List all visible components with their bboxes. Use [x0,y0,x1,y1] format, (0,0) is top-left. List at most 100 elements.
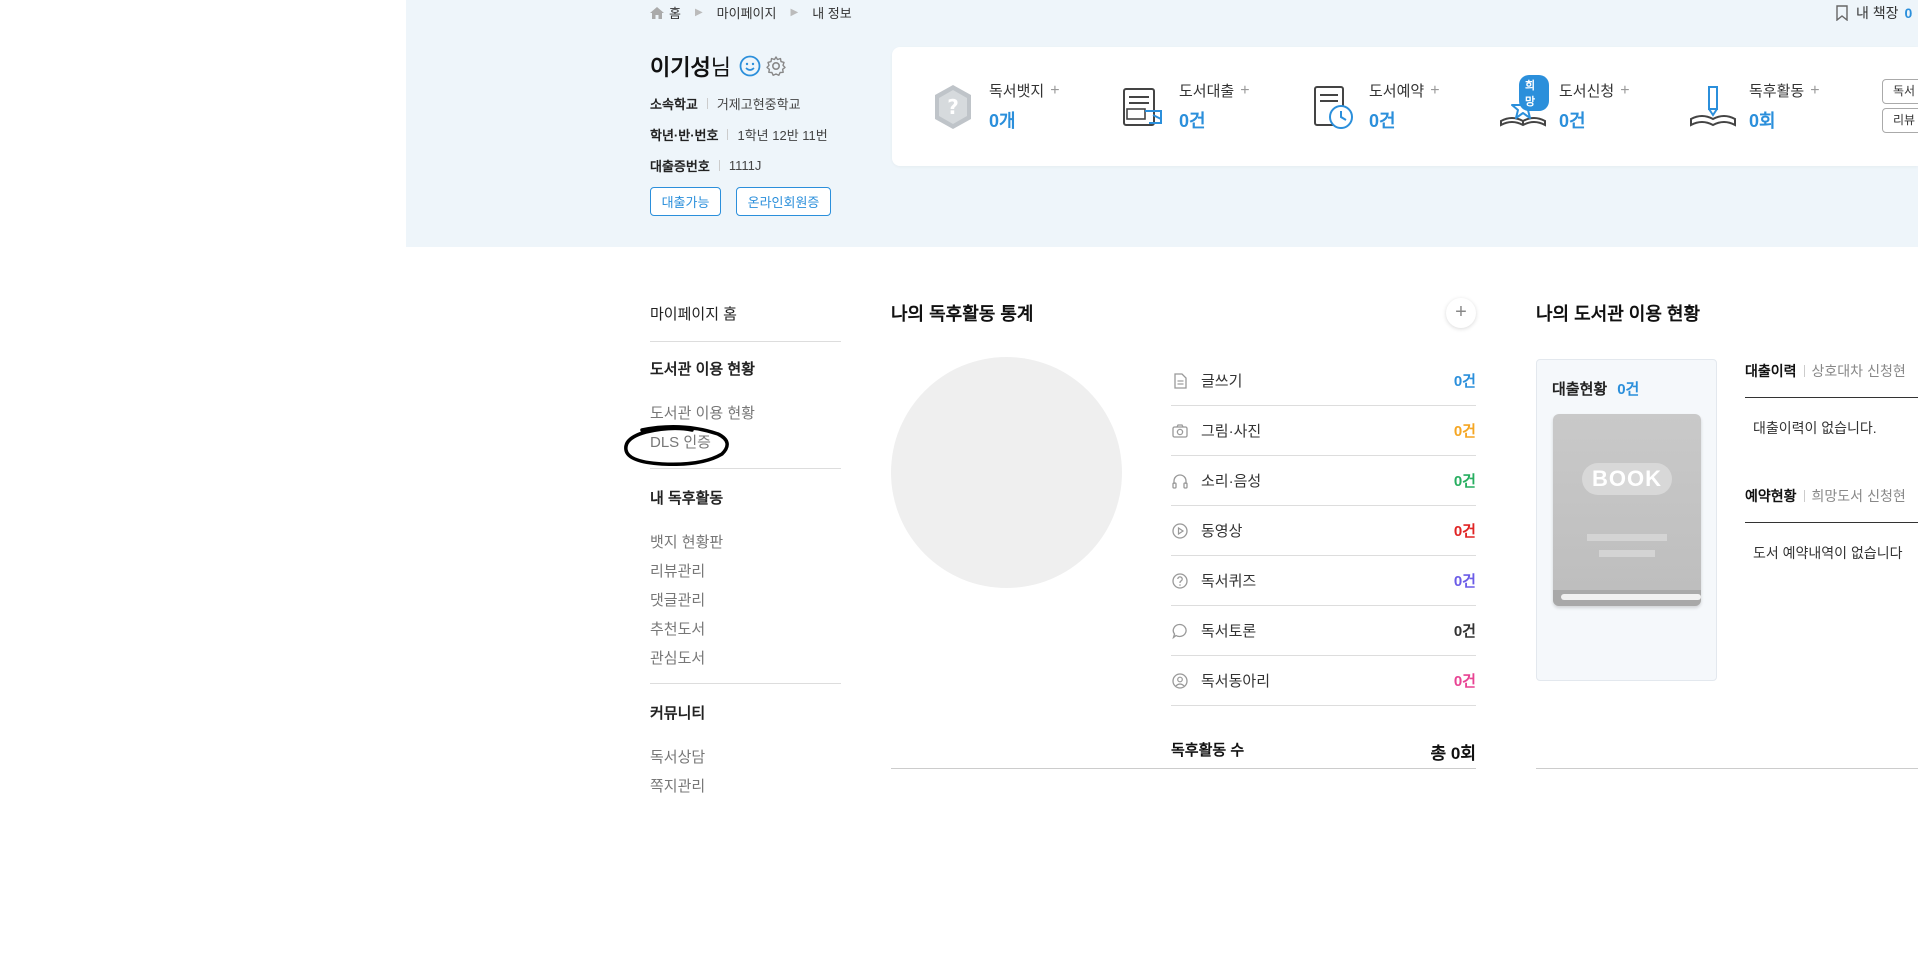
nav-message-manage[interactable]: 쪽지관리 [650,775,705,796]
activity-row-discussion[interactable]: 독서토론 0건 [1171,606,1476,656]
plus-icon[interactable]: + [1430,82,1439,100]
divider [1536,768,1918,769]
nav-interest-books[interactable]: 관심도서 [650,647,705,668]
stat-activity[interactable]: 독후활동 + 0회 [1687,47,1820,166]
nav-badge-board[interactable]: 뱃지 현황판 [650,531,723,552]
divider [1745,522,1918,523]
activity-row-club[interactable]: 독서동아리 0건 [1171,656,1476,706]
user-name: 이기성 님 [650,50,787,82]
plus-icon[interactable]: + [1620,82,1629,100]
bookshelf-label: 내 책장 [1856,5,1899,21]
chevron-right-icon: ▶ [694,7,703,18]
side-reading-button[interactable]: 독서 [1882,79,1918,104]
activity-total-row: 독후활동 수 총 0회 [1171,739,1476,764]
stat-reserve-label: 도서예약 [1369,83,1425,100]
stat-activity-label: 독후활동 [1749,83,1805,100]
divider [727,129,729,140]
nav-library-status[interactable]: 도서관 이용 현황 [650,402,755,423]
book-placeholder-label: BOOK [1582,463,1672,495]
nav-comment-manage[interactable]: 댓글관리 [650,589,705,610]
activity-row-picture[interactable]: 그림·사진 0건 [1171,406,1476,456]
activity-value: 0건 [1453,523,1476,540]
stat-badge[interactable]: ? 독서뱃지 + 0개 [927,47,1060,166]
plus-icon[interactable]: + [1810,82,1819,100]
stat-request[interactable]: 희망 도서신청 + 0건 [1497,47,1630,166]
smile-icon[interactable] [739,55,761,77]
loan-history-tabs: 대출이력 상호대차 신청현 [1745,361,1906,381]
stat-loan-label: 도서대출 [1179,83,1235,100]
school-value: 거제고현중학교 [716,97,801,112]
user-circle-icon [1172,672,1188,689]
activity-row-writing[interactable]: 글쓰기 0건 [1171,356,1476,406]
activity-label: 독서동아리 [1201,673,1271,690]
chevron-right-icon: ▶ [790,7,799,18]
wish-badge: 희망 [1519,74,1549,111]
nav-community-head[interactable]: 커뮤니티 [650,702,705,723]
tab-wish-book[interactable]: 희망도서 [1812,486,1864,506]
divider [650,468,841,469]
divider [650,341,841,342]
activity-total-value: 총 0회 [1430,744,1476,763]
nav-review-manage[interactable]: 리뷰관리 [650,560,705,581]
activity-label: 독서퀴즈 [1201,573,1257,590]
nav-reading-consult[interactable]: 독서상담 [650,746,705,767]
reservation-empty-message: 도서 예약내역이 없습니다 [1753,545,1903,561]
activity-value: 0건 [1453,373,1476,390]
tab-request-status[interactable]: 신청현 [1867,361,1906,381]
breadcrumb: 홈 ▶ 마이페이지 ▶ 내 정보 [650,3,852,22]
activity-donut-chart [891,357,1122,588]
activity-value: 0건 [1453,423,1476,440]
badge-icon: ? [935,84,971,129]
side-review-button[interactable]: 리뷰 [1882,108,1918,133]
stat-reserve[interactable]: 도서예약 + 0건 [1307,47,1440,166]
summary-stats-card: ? 독서뱃지 + 0개 도서대출 + 0건 도서예약 + 0건 희망 도서신청 + 0건 [892,47,1918,166]
stat-activity-value: 0회 [1749,111,1776,131]
nav-mypage-home[interactable]: 마이페이지 홈 [650,303,737,324]
online-member-card-button[interactable]: 온라인회원증 [736,187,831,216]
activity-stats-more-button[interactable]: + [1446,298,1476,328]
tab-loan-history[interactable]: 대출이력 [1745,361,1797,381]
reservation-tabs: 예약현황 희망도서 신청현 [1745,486,1906,506]
card-value: 1111J [728,158,762,173]
activity-value: 0건 [1453,673,1476,690]
stat-badge-label: 독서뱃지 [989,83,1045,100]
loan-history-empty-message: 대출이력이 없습니다. [1753,420,1877,436]
nav-recommended-books[interactable]: 추천도서 [650,618,705,639]
book-loan-icon [1123,87,1162,126]
document-icon [1174,372,1187,389]
tab-wish-request-status[interactable]: 신청현 [1867,486,1906,506]
hand-drawn-circle-annotation [624,425,729,466]
plus-icon[interactable]: + [1240,82,1249,100]
loan-available-button[interactable]: 대출가능 [650,187,721,216]
gear-icon[interactable] [765,55,787,77]
placeholder-line [1599,550,1655,557]
breadcrumb-mypage[interactable]: 마이페이지 [717,3,777,22]
grade-label: 학년·반·번호 [650,128,719,143]
book-request-icon-wrap: 희망 [1497,74,1549,133]
stat-request-label: 도서신청 [1559,83,1615,100]
tab-reservation-status[interactable]: 예약현황 [1745,486,1797,506]
nav-library-head[interactable]: 도서관 이용 현황 [650,358,755,379]
chat-icon [1172,623,1187,639]
my-bookshelf-link[interactable]: 내 책장 0 [1834,3,1912,23]
activity-label: 소리·음성 [1201,473,1262,490]
activity-row-quiz[interactable]: 독서퀴즈 0건 [1171,556,1476,606]
activity-row-video[interactable]: 동영상 0건 [1171,506,1476,556]
activity-total-label: 독후활동 수 [1171,742,1245,759]
stat-loan[interactable]: 도서대출 + 0건 [1117,47,1250,166]
divider [650,683,841,684]
breadcrumb-home[interactable]: 홈 [669,3,681,22]
plus-icon[interactable]: + [1050,82,1059,100]
bookmark-icon [1836,5,1848,21]
nav-activity-head[interactable]: 내 독후활동 [650,487,723,508]
camera-icon [1172,423,1188,438]
current-loan-label: 대출현황 [1552,381,1608,398]
question-icon [1172,572,1188,589]
play-icon [1172,522,1188,539]
activity-row-sound[interactable]: 소리·음성 0건 [1171,456,1476,506]
tab-interlibrary-loan[interactable]: 상호대차 [1812,361,1864,381]
school-row: 소속학교 거제고현중학교 [650,94,801,113]
divider [706,98,708,109]
activity-stats-list: 글쓰기 0건 그림·사진 0건 소리·음성 0건 동영상 0건 독서퀴즈 0건 … [1171,356,1476,706]
activity-value: 0건 [1453,623,1476,640]
